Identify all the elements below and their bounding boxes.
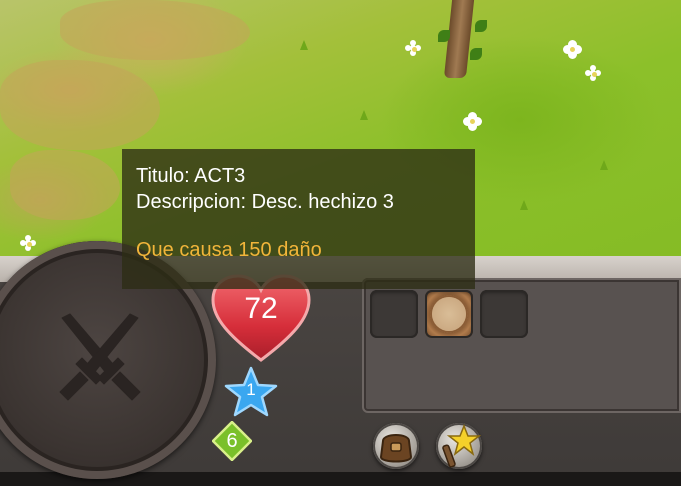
leaf bbox=[438, 30, 450, 42]
grass-tuft bbox=[520, 200, 528, 210]
white-flower bbox=[568, 45, 577, 54]
action-points-value: 1 bbox=[246, 380, 256, 399]
leaf bbox=[475, 20, 487, 32]
spell-slot-2-spell-disc-icon[interactable] bbox=[425, 290, 473, 338]
inventory-button[interactable] bbox=[373, 423, 419, 469]
spell-slot-1[interactable] bbox=[370, 290, 418, 338]
white-flower bbox=[468, 117, 477, 126]
movement-points-value: 6 bbox=[226, 430, 238, 452]
magic-wand-icon bbox=[442, 423, 482, 468]
tooltip-description: Descripcion: Desc. hechizo 3 bbox=[136, 191, 394, 213]
grass-tuft bbox=[300, 40, 308, 50]
grass-tuft bbox=[360, 110, 368, 120]
white-flower bbox=[410, 45, 417, 52]
crossed-swords-icon bbox=[59, 313, 141, 401]
white-flower bbox=[25, 240, 32, 247]
spell-slot-3[interactable] bbox=[480, 290, 528, 338]
tooltip-title: Titulo: ACT3 bbox=[136, 165, 246, 187]
leaf bbox=[470, 48, 482, 60]
white-flower bbox=[590, 70, 597, 77]
spell-tooltip: Titulo: ACT3 Descripcion: Desc. hechizo … bbox=[122, 149, 475, 289]
spells-button[interactable] bbox=[436, 423, 482, 469]
grass-tuft bbox=[600, 160, 608, 170]
bag-icon bbox=[379, 434, 413, 463]
tooltip-damage: Que causa 150 daño bbox=[136, 239, 322, 261]
health-value: 72 bbox=[244, 292, 278, 325]
